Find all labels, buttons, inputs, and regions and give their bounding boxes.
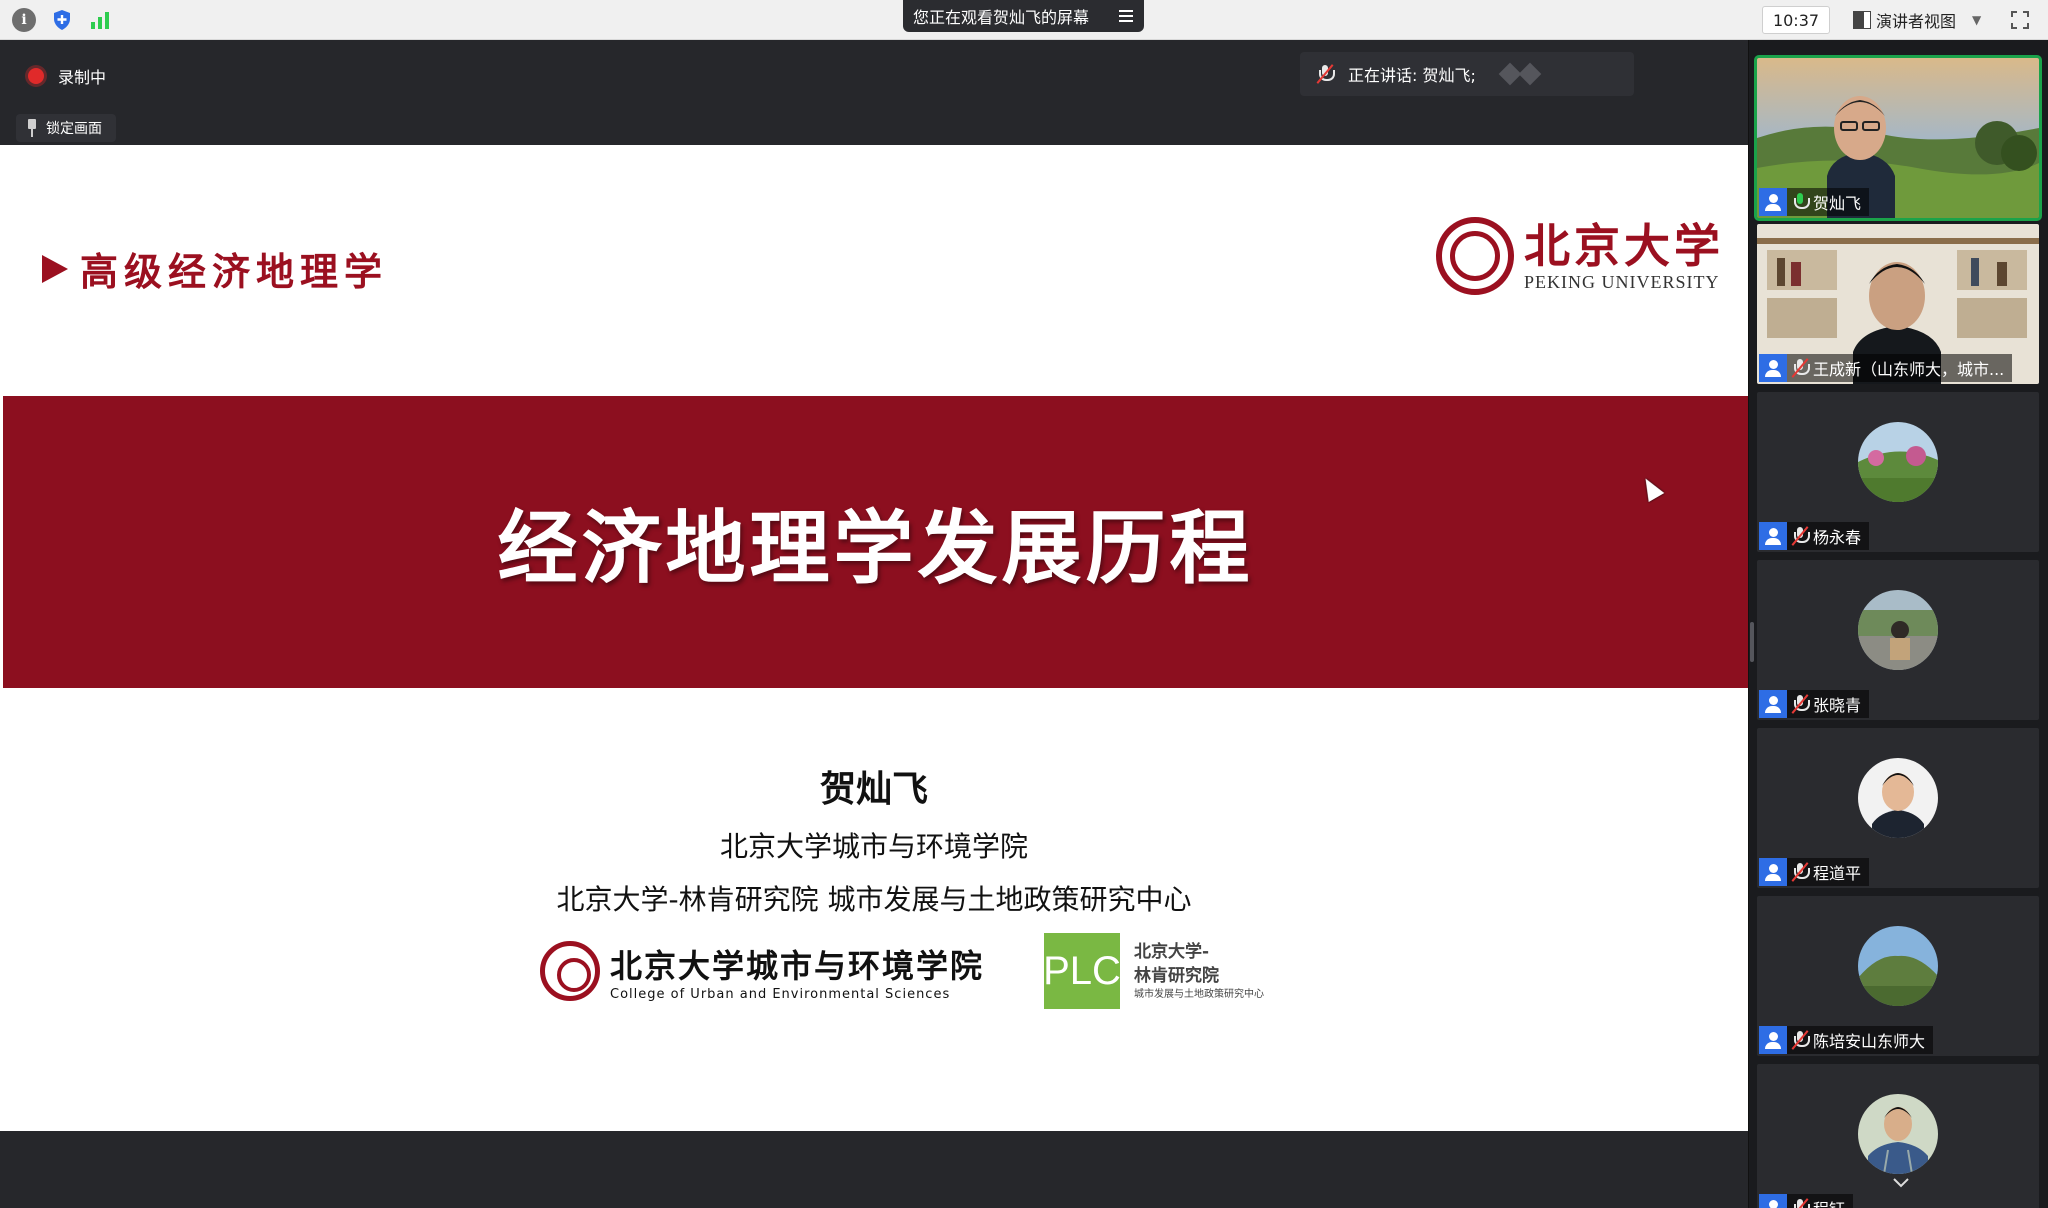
muted-mic-icon [1791, 1198, 1810, 1208]
stage-footer [0, 1131, 1748, 1208]
participant-tile[interactable]: 张晓青 [1757, 560, 2039, 720]
muted-mic-icon [1791, 694, 1810, 714]
participant-label: 杨永春 [1759, 522, 1870, 550]
menu-icon[interactable] [1116, 6, 1136, 26]
muted-mic-icon [1316, 64, 1335, 84]
pku-logo: 北京大学 PEKING UNIVERSITY [1436, 217, 1724, 295]
presenter-affiliation-2: 北京大学-林肯研究院 城市发展与土地政策研究中心 [556, 883, 1192, 916]
course-title: 高级经济地理学 [42, 241, 388, 296]
participant-label: 张晓青 [1759, 690, 1870, 718]
recording-label: 录制中 [58, 68, 107, 87]
arrow-icon [42, 254, 68, 283]
presenter-name: 贺灿飞 [819, 769, 928, 810]
institution-logos: 北京大学城市与环境学院 College of Urban and Environ… [540, 933, 1264, 1009]
plc-mark: PLC [1043, 933, 1121, 1009]
meeting-clock: 10:37 [1762, 6, 1830, 34]
college-name-en: College of Urban and Environmental Scien… [610, 986, 951, 1002]
user-icon [1759, 354, 1787, 382]
user-icon [1759, 858, 1787, 886]
chevron-down-icon: ▼ [1972, 13, 1982, 27]
participant-tile[interactable]: 贺灿飞 [1754, 55, 2042, 221]
audio-wave-icon [1498, 62, 1556, 86]
user-icon [1759, 1026, 1787, 1054]
participant-tile[interactable]: 程道平 [1757, 728, 2039, 888]
sidebar-resize-handle[interactable] [1750, 622, 1754, 662]
record-icon [28, 68, 44, 84]
presenter-affiliation-1: 北京大学城市与环境学院 [719, 830, 1028, 863]
participant-label: 王成新（山东师大，城市... [1759, 354, 2013, 382]
plc-logo: PLC 北京大学- 林肯研究院 城市发展与土地政策研究中心 [1043, 933, 1265, 1009]
muted-mic-icon [1791, 358, 1810, 378]
speaking-label: 正在讲话: 贺灿飞; [1348, 66, 1476, 85]
pku-name-en: PEKING UNIVERSITY [1524, 271, 1720, 292]
fullscreen-icon[interactable] [2008, 8, 2032, 32]
participant-name: 程钰 [1813, 1196, 1845, 1208]
participant-label: 贺灿飞 [1759, 188, 1870, 216]
participant-tile[interactable]: 陈培安山东师大 [1757, 896, 2039, 1056]
participant-name: 杨永春 [1813, 528, 1862, 547]
muted-mic-icon [1791, 862, 1810, 882]
avatar [1858, 422, 1938, 502]
course-title-text: 高级经济地理学 [80, 249, 389, 294]
participant-label: 陈培安山东师大 [1759, 1026, 1934, 1054]
participant-name: 贺灿飞 [1813, 194, 1862, 213]
plc-line-1: 北京大学- [1134, 942, 1210, 962]
participant-tile[interactable]: 杨永春 [1757, 392, 2039, 552]
signal-strength-icon[interactable] [88, 8, 112, 32]
participant-label: 程道平 [1759, 858, 1870, 886]
college-logo: 北京大学城市与环境学院 College of Urban and Environ… [540, 941, 984, 1002]
shield-icon[interactable] [50, 8, 74, 32]
college-seal-icon [540, 941, 600, 1001]
muted-mic-icon [1791, 1030, 1810, 1050]
college-name-cn: 北京大学城市与环境学院 [610, 946, 985, 985]
recording-indicator: 录制中 [28, 64, 106, 88]
muted-mic-icon [1791, 526, 1810, 546]
pin-icon [26, 119, 38, 137]
mic-icon [1793, 192, 1810, 212]
participant-tile[interactable]: 王成新（山东师大，城市... [1757, 224, 2039, 384]
speaking-indicator: 正在讲话: 贺灿飞; [1300, 52, 1634, 96]
view-mode-button[interactable]: 演讲者视图 ▼ [1846, 6, 1990, 34]
avatar [1858, 590, 1938, 670]
meeting-toolbar: i 您正在观看贺灿飞的屏幕 10:37 演讲者视图 ▼ [0, 0, 2048, 40]
shared-slide: 高级经济地理学 北京大学 PEKING UNIVERSITY 经济地理学发展历程… [0, 145, 1748, 1131]
chevron-down-icon[interactable] [1890, 1172, 1912, 1194]
screen-share-notice[interactable]: 您正在观看贺灿飞的屏幕 [903, 0, 1144, 32]
avatar [1858, 926, 1938, 1006]
participant-name: 程道平 [1813, 864, 1862, 883]
participant-name: 陈培安山东师大 [1813, 1032, 1926, 1051]
pku-seal-icon [1436, 217, 1514, 295]
title-banner: 经济地理学发展历程 [3, 396, 1748, 688]
user-icon [1759, 1194, 1787, 1208]
participant-name: 王成新（山东师大，城市... [1813, 360, 2005, 379]
user-icon [1759, 690, 1787, 718]
user-icon [1759, 522, 1787, 550]
info-icon[interactable]: i [12, 8, 36, 32]
lock-view-label: 锁定画面 [46, 121, 102, 137]
speaker-view-icon [1853, 11, 1871, 29]
avatar [1858, 1094, 1938, 1174]
plc-line-2: 林肯研究院 [1134, 966, 1220, 986]
plc-line-3: 城市发展与土地政策研究中心 [1134, 989, 1265, 1000]
slide-main-title: 经济地理学发展历程 [497, 502, 1254, 595]
pku-name-cn: 北京大学 [1524, 218, 1724, 273]
view-mode-label: 演讲者视图 [1876, 12, 1957, 31]
participant-gallery[interactable]: 贺灿飞 王成新（山东师大，城市... 杨永春 张晓青 程道平 陈培安山东师大 [1748, 40, 2048, 1208]
lock-view-button[interactable]: 锁定画面 [16, 114, 116, 142]
screen-share-notice-text: 您正在观看贺灿飞的屏幕 [913, 8, 1090, 27]
participant-label: 程钰 [1759, 1194, 1854, 1208]
participant-name: 张晓青 [1813, 696, 1862, 715]
user-icon [1759, 188, 1787, 216]
avatar [1858, 758, 1938, 838]
